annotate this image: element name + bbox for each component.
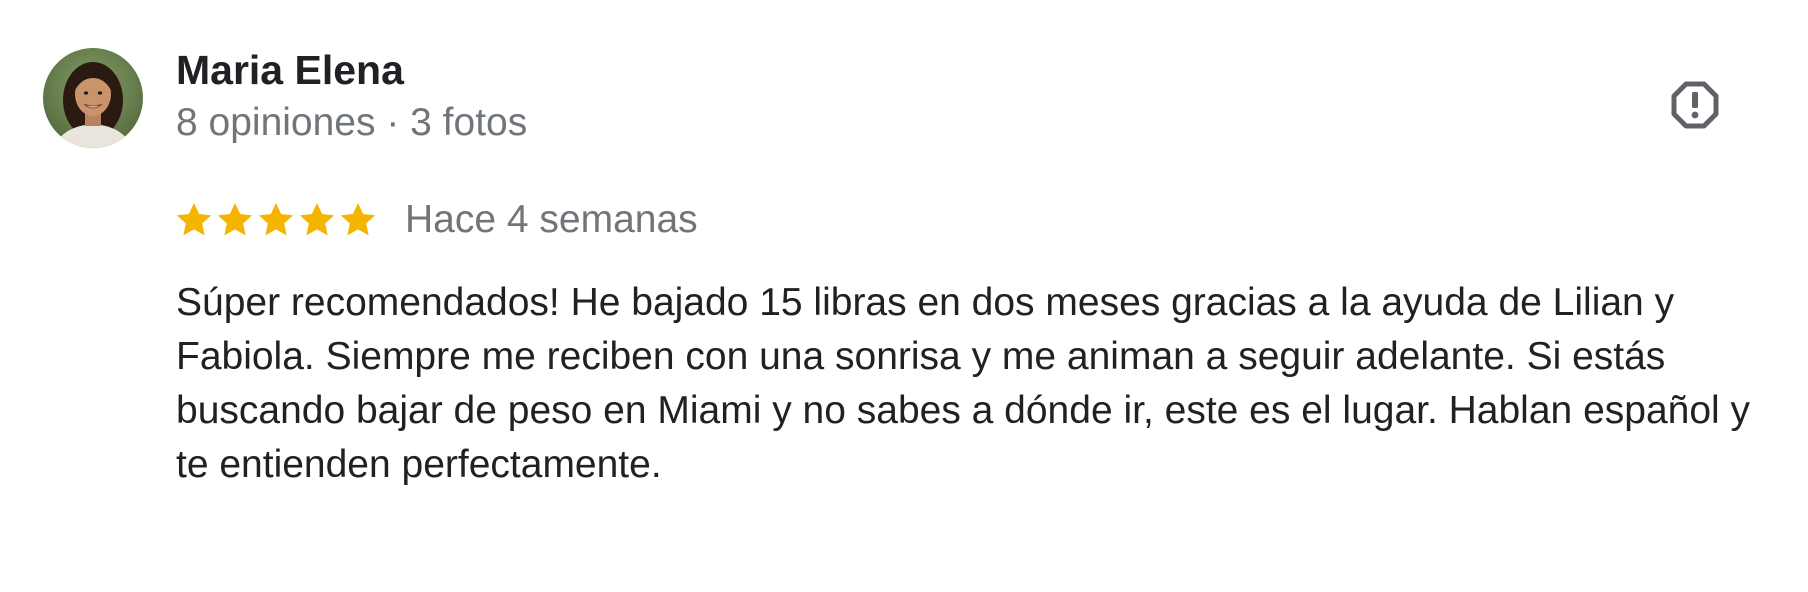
review-card: Maria Elena 8 opiniones · 3 fotos Hace 4… bbox=[0, 0, 1808, 592]
report-button[interactable] bbox=[1668, 78, 1722, 132]
author-meta: 8 opiniones · 3 fotos bbox=[176, 101, 528, 144]
rating-row: Hace 4 semanas bbox=[174, 192, 698, 248]
avatar[interactable] bbox=[43, 48, 143, 148]
report-icon bbox=[1671, 81, 1719, 129]
star-icon bbox=[299, 203, 335, 236]
star-rating bbox=[174, 200, 379, 240]
star-icon bbox=[217, 203, 253, 236]
star-icon bbox=[340, 203, 376, 236]
review-text: Súper recomendados! He bajado 15 libras … bbox=[176, 281, 1751, 486]
star-icon bbox=[176, 203, 212, 236]
review-date: Hace 4 semanas bbox=[405, 197, 698, 241]
star-icon bbox=[258, 203, 294, 236]
author-name[interactable]: Maria Elena bbox=[176, 46, 404, 95]
